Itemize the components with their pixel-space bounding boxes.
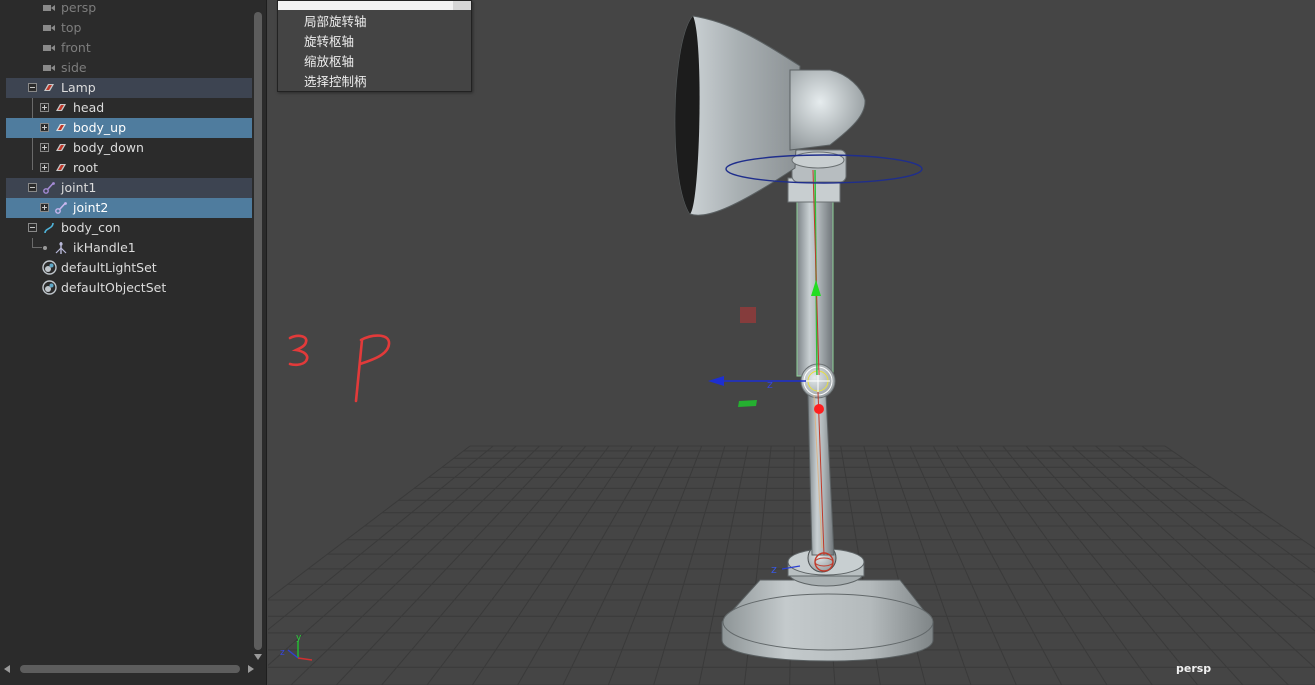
joint-icon (55, 202, 67, 214)
expand-toggle[interactable] (40, 143, 49, 152)
expand-toggle[interactable] (40, 203, 49, 212)
outliner-item-label: defaultObjectSet (61, 280, 167, 295)
expand-toggle[interactable] (40, 123, 49, 132)
grid-line (426, 445, 610, 685)
collapse-toggle[interactable] (28, 223, 37, 232)
transform-icon (44, 84, 54, 91)
lamp-base[interactable] (721, 543, 934, 662)
outliner-item-joint1[interactable]: joint1 (6, 178, 252, 198)
outliner-item-label: body_con (61, 220, 121, 235)
camera-name-label: persp (1176, 662, 1212, 675)
curve-icon (44, 222, 54, 234)
collapse-toggle[interactable] (28, 83, 37, 92)
transform-icon (56, 164, 66, 171)
outliner-item-label: joint2 (73, 200, 109, 215)
grid-line (653, 445, 726, 685)
horizontal-scrollbar[interactable] (0, 662, 264, 676)
outliner-item-front[interactable]: front (6, 38, 252, 58)
outliner-item-label: ikHandle1 (73, 240, 136, 255)
grid-line (1095, 445, 1315, 632)
menu-item-scale-pivot[interactable]: 缩放枢轴 (304, 52, 354, 72)
move-manipulator[interactable] (708, 307, 806, 407)
grid-line (517, 445, 656, 685)
grid-line (909, 445, 1017, 685)
pivot-context-menu[interactable]: 局部旋转轴 旋转枢轴 缩放枢轴 选择控制柄 (277, 0, 472, 92)
grid-line (1164, 445, 1315, 550)
3d-viewport[interactable]: z z y z persp (268, 0, 1315, 685)
grid-line (1025, 445, 1244, 685)
camera-icon (43, 65, 55, 71)
outliner-item-label: persp (61, 0, 97, 15)
grid-line (1071, 445, 1315, 669)
outliner-item-label: head (73, 100, 105, 115)
grid-line (268, 445, 517, 666)
node-dot-icon (43, 246, 47, 250)
outliner-item-lamp[interactable]: Lamp (6, 78, 252, 98)
scroll-down-arrow-icon[interactable] (254, 654, 262, 660)
grid-line (607, 445, 703, 685)
scroll-right-arrow-icon[interactable] (248, 665, 254, 673)
outliner-item-ikhandle1[interactable]: ikHandle1 (6, 238, 252, 258)
outliner-item-label: root (73, 160, 99, 175)
annotation-p (354, 334, 391, 403)
outliner-item-label: Lamp (61, 80, 96, 95)
grid-line (562, 445, 679, 685)
annotation-3 (288, 334, 309, 367)
outliner-item-joint2[interactable]: joint2 (6, 198, 252, 218)
outliner-item-label: side (61, 60, 87, 75)
outliner-item-head[interactable]: head (6, 98, 252, 118)
outliner-item-defaultlightset[interactable]: defaultLightSet (6, 258, 252, 278)
camera-icon (43, 25, 55, 31)
menu-search-field[interactable] (278, 1, 471, 10)
menu-item-select-handle[interactable]: 选择控制柄 (304, 72, 367, 92)
ik-handle-icon (55, 242, 67, 254)
outliner-item-persp[interactable]: persp (6, 0, 252, 18)
scrollbar-thumb[interactable] (254, 12, 262, 650)
menu-item-rotate-pivot[interactable]: 旋转枢轴 (304, 32, 354, 52)
expand-toggle[interactable] (40, 163, 49, 172)
joint-icon (43, 182, 55, 194)
set-icon (42, 260, 57, 275)
camera-icon (43, 5, 55, 11)
outliner-list: persp top front side Lamp head body_up b… (6, 0, 252, 660)
outliner-item-root[interactable]: root (6, 158, 252, 178)
manipulator-axis-label: z (767, 378, 773, 391)
scroll-left-arrow-icon[interactable] (4, 665, 10, 673)
outliner-item-top[interactable]: top (6, 18, 252, 38)
transform-icon (56, 124, 66, 131)
grid-line (290, 445, 540, 685)
collapse-toggle[interactable] (28, 183, 37, 192)
camera-icon (43, 45, 55, 51)
grid-line (381, 445, 587, 685)
outliner-item-label: top (61, 20, 82, 35)
outliner-panel: persp top front side Lamp head body_up b… (0, 0, 267, 685)
axis-z-label: z (280, 648, 285, 658)
outliner-item-body-down[interactable]: body_down (6, 138, 252, 158)
grid-line (932, 445, 1063, 685)
outliner-item-label: joint1 (61, 180, 97, 195)
outliner-item-label: front (61, 40, 91, 55)
base-axis-label: z (771, 563, 777, 576)
scene-canvas[interactable]: z z y z (268, 0, 1315, 685)
menu-item-local-rotation-axes[interactable]: 局部旋转轴 (304, 12, 367, 32)
outliner-item-body-con[interactable]: body_con (6, 218, 252, 238)
axis-y-label: y (296, 633, 302, 643)
scrollbar-thumb[interactable] (20, 665, 240, 673)
vertical-scrollbar[interactable] (252, 0, 264, 660)
set-icon (42, 280, 57, 295)
outliner-item-body-up[interactable]: body_up (6, 118, 252, 138)
outliner-item-label: body_down (73, 140, 144, 155)
outliner-item-side[interactable]: side (6, 58, 252, 78)
outliner-item-label: defaultLightSet (61, 260, 157, 275)
grid-line (471, 445, 633, 685)
grid-line (979, 445, 1153, 685)
outliner-item-defaultobjectset[interactable]: defaultObjectSet (6, 278, 252, 298)
outliner-item-label: body_up (73, 120, 127, 135)
menu-dropdown-button[interactable] (453, 1, 471, 10)
expand-toggle[interactable] (40, 103, 49, 112)
transform-icon (56, 144, 66, 151)
transform-icon (56, 104, 66, 111)
